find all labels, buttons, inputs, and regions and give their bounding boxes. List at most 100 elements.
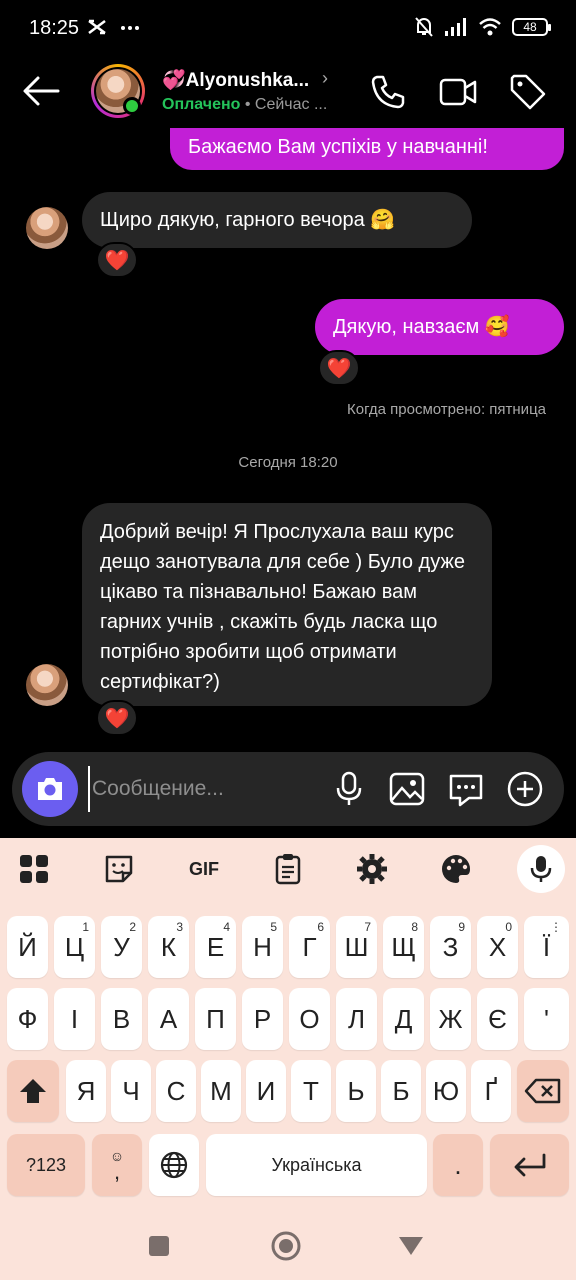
clipboard-icon[interactable]: [270, 851, 306, 887]
key[interactable]: У2: [101, 916, 142, 978]
apps-grid-icon[interactable]: [16, 851, 52, 887]
key[interactable]: Й: [7, 916, 48, 978]
sticker-icon[interactable]: [101, 851, 137, 887]
key[interactable]: Р: [242, 988, 283, 1050]
status-right-icons: 48: [414, 16, 551, 38]
day-separator: Сегодня 18:20: [238, 454, 338, 471]
camera-button[interactable]: [22, 761, 78, 817]
message-list[interactable]: Бажаємо Вам успіхів у навчанні! Щиро дяк…: [0, 128, 576, 748]
message-bubble-incoming[interactable]: Щиро дякую, гарного вечора 🤗: [82, 192, 472, 248]
wifi-icon: [479, 18, 501, 36]
camera-icon: [38, 778, 62, 800]
battery-indicator: 48: [512, 18, 551, 36]
message-input[interactable]: [88, 766, 308, 812]
key[interactable]: Я: [66, 1060, 106, 1122]
chat-header: 💞Alyonushka... › Оплачено • Сейчас ...: [0, 58, 576, 128]
key[interactable]: И: [246, 1060, 286, 1122]
key[interactable]: З9: [430, 916, 471, 978]
key[interactable]: Б: [381, 1060, 421, 1122]
heart-reaction[interactable]: ❤️: [318, 350, 360, 386]
key[interactable]: Ю: [426, 1060, 466, 1122]
key[interactable]: П: [195, 988, 236, 1050]
back-arrow-icon[interactable]: [22, 74, 60, 108]
key[interactable]: В: [101, 988, 142, 1050]
capcut-icon: [88, 19, 106, 35]
key[interactable]: Д: [383, 988, 424, 1050]
shift-arrow-icon: [20, 1079, 46, 1103]
heart-reaction[interactable]: ❤️: [96, 242, 138, 278]
gallery-icon[interactable]: [388, 770, 426, 808]
heart-icon: ❤️: [104, 249, 130, 272]
online-status-dot: [123, 97, 141, 115]
shift-key[interactable]: [7, 1060, 59, 1122]
theme-palette-icon[interactable]: [438, 851, 474, 887]
keyboard-microphone-icon: [530, 856, 552, 882]
voice-input-button[interactable]: [517, 845, 565, 893]
seen-receipt: Когда просмотрено: пятница: [347, 401, 546, 418]
key[interactable]: І: [54, 988, 95, 1050]
mute-bell-icon: [415, 17, 433, 37]
message-composer: [12, 752, 564, 826]
key[interactable]: Т: [291, 1060, 331, 1122]
key[interactable]: А: [148, 988, 189, 1050]
message-bubble-outgoing[interactable]: Дякую, навзаєм 🥰: [315, 299, 564, 355]
key[interactable]: О: [289, 988, 330, 1050]
space-key[interactable]: Українська: [206, 1134, 427, 1196]
backspace-key[interactable]: [517, 1060, 569, 1122]
symbols-key[interactable]: ?123: [7, 1134, 85, 1196]
status-bar: 18:25 48: [0, 0, 576, 58]
back-triangle-icon[interactable]: [397, 1235, 425, 1257]
contact-status: Оплачено • Сейчас ...: [162, 96, 327, 114]
video-call-icon[interactable]: [438, 72, 478, 112]
settings-gear-icon[interactable]: [354, 851, 390, 887]
keyboard-toolbar: GIF: [0, 838, 576, 900]
globe-icon: [160, 1151, 188, 1179]
key[interactable]: Є: [477, 988, 518, 1050]
tag-icon[interactable]: [508, 72, 548, 112]
message-bubble-outgoing[interactable]: Бажаємо Вам успіхів у навчанні!: [170, 128, 564, 170]
chevron-right-icon[interactable]: ›: [322, 68, 328, 89]
sender-avatar[interactable]: [26, 207, 68, 249]
signal-icon: [445, 18, 466, 36]
recents-square-icon[interactable]: [147, 1234, 171, 1258]
language-key[interactable]: [149, 1134, 199, 1196]
key[interactable]: Щ8: [383, 916, 424, 978]
more-dots-icon: [121, 26, 139, 30]
key[interactable]: Ї ⋮: [524, 916, 569, 978]
message-bubble-incoming[interactable]: Добрий вечір! Я Прослухала ваш курс дещо…: [82, 503, 492, 706]
period-key[interactable]: .: [433, 1134, 483, 1196]
home-circle-icon[interactable]: [270, 1230, 302, 1262]
key[interactable]: Ф: [7, 988, 48, 1050]
contact-name[interactable]: 💞Alyonushka...: [162, 68, 309, 92]
key[interactable]: Ш7: [336, 916, 377, 978]
key[interactable]: Ь: [336, 1060, 376, 1122]
key[interactable]: ': [524, 988, 569, 1050]
emoji-comma-key[interactable]: ☺ ,: [92, 1134, 142, 1196]
heart-icon: ❤️: [104, 707, 130, 730]
gif-button[interactable]: GIF: [183, 851, 225, 887]
activity-label: • Сейчас ...: [240, 96, 328, 113]
backspace-icon: [524, 1078, 561, 1104]
key[interactable]: К3: [148, 916, 189, 978]
sticker-chat-icon[interactable]: [447, 770, 485, 808]
phone-icon[interactable]: [368, 72, 408, 112]
microphone-icon[interactable]: [330, 770, 368, 808]
heart-icon: ❤️: [326, 357, 352, 380]
sender-avatar[interactable]: [26, 664, 68, 706]
key[interactable]: Х0: [477, 916, 518, 978]
heart-reaction[interactable]: ❤️: [96, 700, 138, 736]
paid-label: Оплачено: [162, 96, 241, 113]
key[interactable]: Г6: [289, 916, 330, 978]
enter-key[interactable]: [490, 1134, 569, 1196]
key[interactable]: Ц1: [54, 916, 95, 978]
add-circle-icon[interactable]: [506, 770, 544, 808]
key[interactable]: Н5: [242, 916, 283, 978]
key[interactable]: Ж: [430, 988, 471, 1050]
key[interactable]: Л: [336, 988, 377, 1050]
key[interactable]: Е4: [195, 916, 236, 978]
key[interactable]: С: [156, 1060, 196, 1122]
system-nav-bar: [0, 1208, 576, 1280]
key[interactable]: Ґ: [471, 1060, 511, 1122]
key[interactable]: Ч: [111, 1060, 151, 1122]
key[interactable]: М: [201, 1060, 241, 1122]
